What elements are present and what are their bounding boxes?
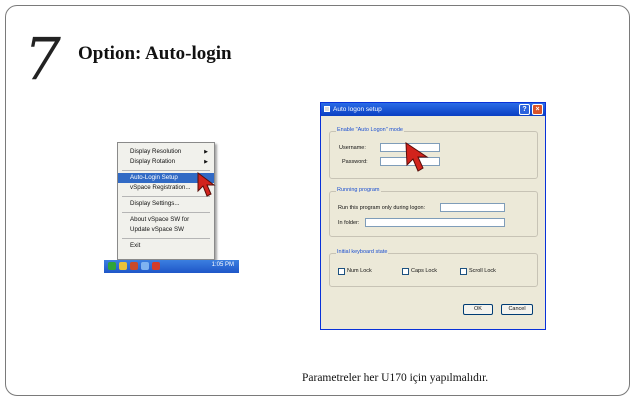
tray-icons [108, 262, 160, 270]
auto-logon-dialog: Auto logon setup ? × Enable "Auto Logon"… [320, 102, 546, 330]
tray-icon[interactable] [130, 262, 138, 270]
folder-label: In folder: [338, 220, 360, 226]
taskbar: 1:05 PM [104, 260, 239, 273]
num-lock-label: Num Lock [347, 268, 372, 274]
keyboard-state-group: Initial keyboard state Num Lock Caps Loc… [329, 249, 538, 287]
group-label: Running program [336, 187, 381, 193]
cancel-button[interactable]: Cancel [501, 304, 533, 315]
app-icon [324, 106, 330, 112]
folder-field[interactable] [365, 218, 505, 227]
password-label: Password: [342, 159, 368, 165]
close-icon[interactable]: × [532, 104, 543, 115]
menu-item-label: Display Settings... [130, 200, 180, 207]
menu-separator [122, 237, 210, 239]
run-program-label: Run this program only during logon: [338, 205, 426, 211]
menu-item-exit[interactable]: Exit [118, 241, 214, 251]
tray-icon[interactable] [108, 262, 116, 270]
tray-context-menu: Display Resolution ▶ Display Rotation ▶ Au… [117, 142, 215, 260]
page-title: Option: Auto-login [78, 43, 232, 64]
tray-icon[interactable] [141, 262, 149, 270]
menu-item-label: Update vSpace SW [130, 226, 184, 233]
menu-item-update[interactable]: Update vSpace SW [118, 225, 214, 235]
menu-item-label: Auto-Login Setup [130, 174, 178, 181]
menu-item-label: vSpace Registration... [130, 184, 191, 191]
menu-item-display-settings[interactable]: Display Settings... [118, 199, 214, 209]
step-number: 7 [24, 25, 61, 93]
cursor-pointer-icon [405, 142, 429, 172]
scroll-lock-label: Scroll Lock [469, 268, 496, 274]
run-program-field[interactable] [440, 203, 505, 212]
dialog-titlebar[interactable]: Auto logon setup ? × [321, 103, 545, 116]
ok-button[interactable]: OK [463, 304, 493, 315]
dialog-title: Auto logon setup [333, 106, 382, 113]
menu-item-display-resolution[interactable]: Display Resolution ▶ [118, 147, 214, 157]
group-label: Enable "Auto Logon" mode [336, 127, 404, 133]
num-lock-checkbox[interactable] [338, 268, 345, 275]
caps-lock-checkbox[interactable] [402, 268, 409, 275]
scroll-lock-checkbox[interactable] [460, 268, 467, 275]
group-label: Initial keyboard state [336, 249, 389, 255]
menu-item-display-rotation[interactable]: Display Rotation ▶ [118, 157, 214, 167]
tray-icon[interactable] [119, 262, 127, 270]
submenu-arrow-icon: ▶ [204, 159, 208, 165]
help-icon[interactable]: ? [519, 104, 530, 115]
submenu-arrow-icon: ▶ [204, 149, 208, 155]
tray-clock[interactable]: 1:05 PM [212, 262, 234, 268]
menu-item-label: Display Rotation [130, 158, 176, 165]
footer-note: Parametreler her U170 için yapılmalıdır. [302, 372, 489, 384]
menu-item-about[interactable]: About vSpace SW for [118, 215, 214, 225]
menu-item-label: About vSpace SW for [130, 216, 190, 223]
running-program-group: Running program Run this program only du… [329, 187, 538, 237]
menu-item-label: Exit [130, 242, 141, 249]
menu-separator [122, 211, 210, 213]
menu-item-label: Display Resolution [130, 148, 182, 155]
username-label: Username: [339, 145, 366, 151]
tray-icon[interactable] [152, 262, 160, 270]
caps-lock-label: Caps Lock [411, 268, 437, 274]
cursor-pointer-icon [197, 172, 216, 197]
